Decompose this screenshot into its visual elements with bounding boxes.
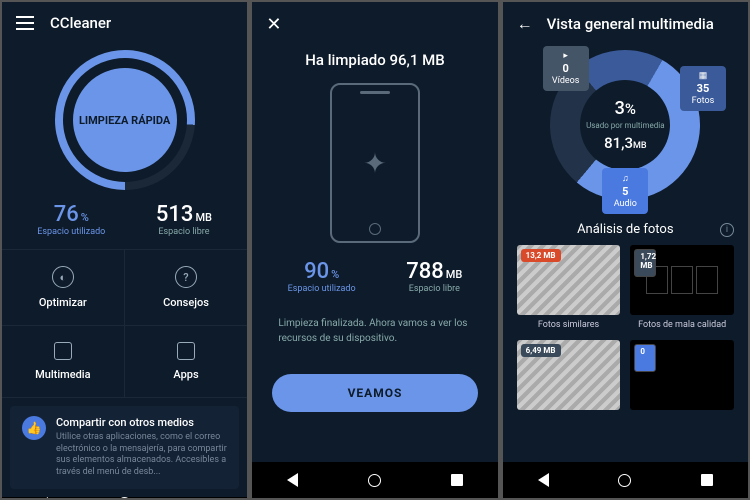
stat-used-label: Espacio utilizado	[37, 227, 105, 237]
photo-icon: ▦	[699, 71, 708, 81]
share-card[interactable]: 👍 Compartir con otros medios Utilice otr…	[10, 406, 239, 489]
result-header: ✕	[252, 2, 497, 47]
donut-pct-value: 3	[615, 98, 625, 119]
nav-back-icon[interactable]	[287, 473, 298, 487]
size-badge: 6,49 MB	[521, 344, 561, 357]
size-badge: 0	[634, 344, 656, 372]
media-donut: 3% Usado por multimedia 81,3MB ▸ 0 Vídeo…	[503, 46, 748, 208]
phone-illustration: ✦	[252, 69, 497, 257]
donut-size-value: 81,3	[604, 134, 633, 152]
stat-free-label: Espacio libre	[156, 227, 212, 237]
nav-home-icon[interactable]	[368, 474, 381, 487]
gauge-label: LIMPIEZA RÁPIDA	[73, 68, 177, 172]
stat-free: 513MB Espacio libre	[156, 202, 212, 237]
photo-analysis-grid: 13,2 MB Fotos similares 1,72 MB Fotos de…	[503, 245, 748, 410]
screen-home: CCleaner LIMPIEZA RÁPIDA 76% Espacio uti…	[2, 2, 247, 498]
photo-category-similar[interactable]: 13,2 MB Fotos similares	[517, 245, 621, 330]
storage-stats: 76% Espacio utilizado 513MB Espacio libr…	[2, 200, 247, 249]
cleaned-title: Ha limpiado 96,1 MB	[252, 51, 497, 69]
nav-recent-icon[interactable]	[451, 474, 463, 486]
audio-icon: ♫	[622, 173, 629, 184]
video-icon: ▸	[563, 51, 568, 61]
cell-tips[interactable]: ?Consejos	[125, 250, 248, 326]
result-used: 90% Espacio utilizado	[288, 259, 356, 294]
screen-clean-result: ✕ Ha limpiado 96,1 MB ✦ 90% Espacio util…	[252, 2, 497, 498]
app-title: CCleaner	[50, 14, 111, 32]
back-arrow-icon[interactable]: ←	[517, 14, 533, 34]
nav-recent-icon[interactable]	[701, 474, 713, 486]
quick-clean-gauge[interactable]: LIMPIEZA RÁPIDA	[2, 44, 247, 200]
app-bar: CCleaner	[2, 2, 247, 44]
android-navbar	[2, 497, 247, 498]
donut-pct-label: Usado por multimedia	[586, 121, 664, 130]
nav-back-icon[interactable]	[37, 497, 48, 498]
cell-multimedia[interactable]: Multimedia	[2, 326, 125, 398]
cell-apps[interactable]: Apps	[125, 326, 248, 398]
result-stats: 90% Espacio utilizado 788MB Espacio libr…	[252, 257, 497, 306]
badge-photos[interactable]: ▦ 35 Fotos	[680, 66, 726, 111]
action-grid: ◐Optimizar ?Consejos Multimedia Apps	[2, 249, 247, 398]
stat-free-value: 513	[156, 202, 194, 227]
thumbs-up-icon: 👍	[22, 416, 46, 440]
lets-see-button[interactable]: VEAMOS	[272, 374, 477, 412]
share-title: Compartir con otros medios	[56, 416, 227, 429]
size-badge: 13,2 MB	[521, 249, 561, 262]
android-navbar	[252, 462, 497, 498]
photo-category-4[interactable]: 0	[630, 340, 734, 410]
nav-home-icon[interactable]	[618, 474, 631, 487]
photo-category-bad[interactable]: 1,72 MB Fotos de mala calidad	[630, 245, 734, 330]
close-icon[interactable]: ✕	[266, 14, 483, 35]
sparkle-icon: ✦	[363, 147, 386, 180]
apps-icon	[177, 342, 195, 360]
result-message: Limpieza finalizada. Ahora vamos a ver l…	[252, 306, 497, 356]
media-title: Vista general multimedia	[547, 15, 714, 33]
photo-category-3[interactable]: 6,49 MB	[517, 340, 621, 410]
stat-used-value: 76	[54, 202, 79, 227]
gauge-icon: ◐	[52, 266, 74, 288]
result-free: 788MB Espacio libre	[406, 259, 462, 294]
size-badge: 1,72 MB	[634, 249, 656, 277]
cell-optimize[interactable]: ◐Optimizar	[2, 250, 125, 326]
badge-videos[interactable]: ▸ 0 Vídeos	[543, 46, 589, 91]
photo-analysis-header: Análisis de fotos i	[503, 208, 748, 245]
nav-back-icon[interactable]	[538, 473, 549, 487]
screen-media-overview: ← Vista general multimedia 3% Usado por …	[503, 2, 748, 498]
info-icon[interactable]: i	[720, 223, 734, 237]
image-icon	[54, 342, 72, 360]
share-desc: Utilice otras aplicaciones, como el corr…	[56, 432, 227, 479]
menu-icon[interactable]	[16, 16, 34, 30]
bulb-icon: ?	[175, 266, 197, 288]
stat-used: 76% Espacio utilizado	[37, 202, 105, 237]
nav-home-icon[interactable]	[118, 497, 131, 498]
android-navbar	[503, 462, 748, 498]
media-header: ← Vista general multimedia	[503, 2, 748, 46]
